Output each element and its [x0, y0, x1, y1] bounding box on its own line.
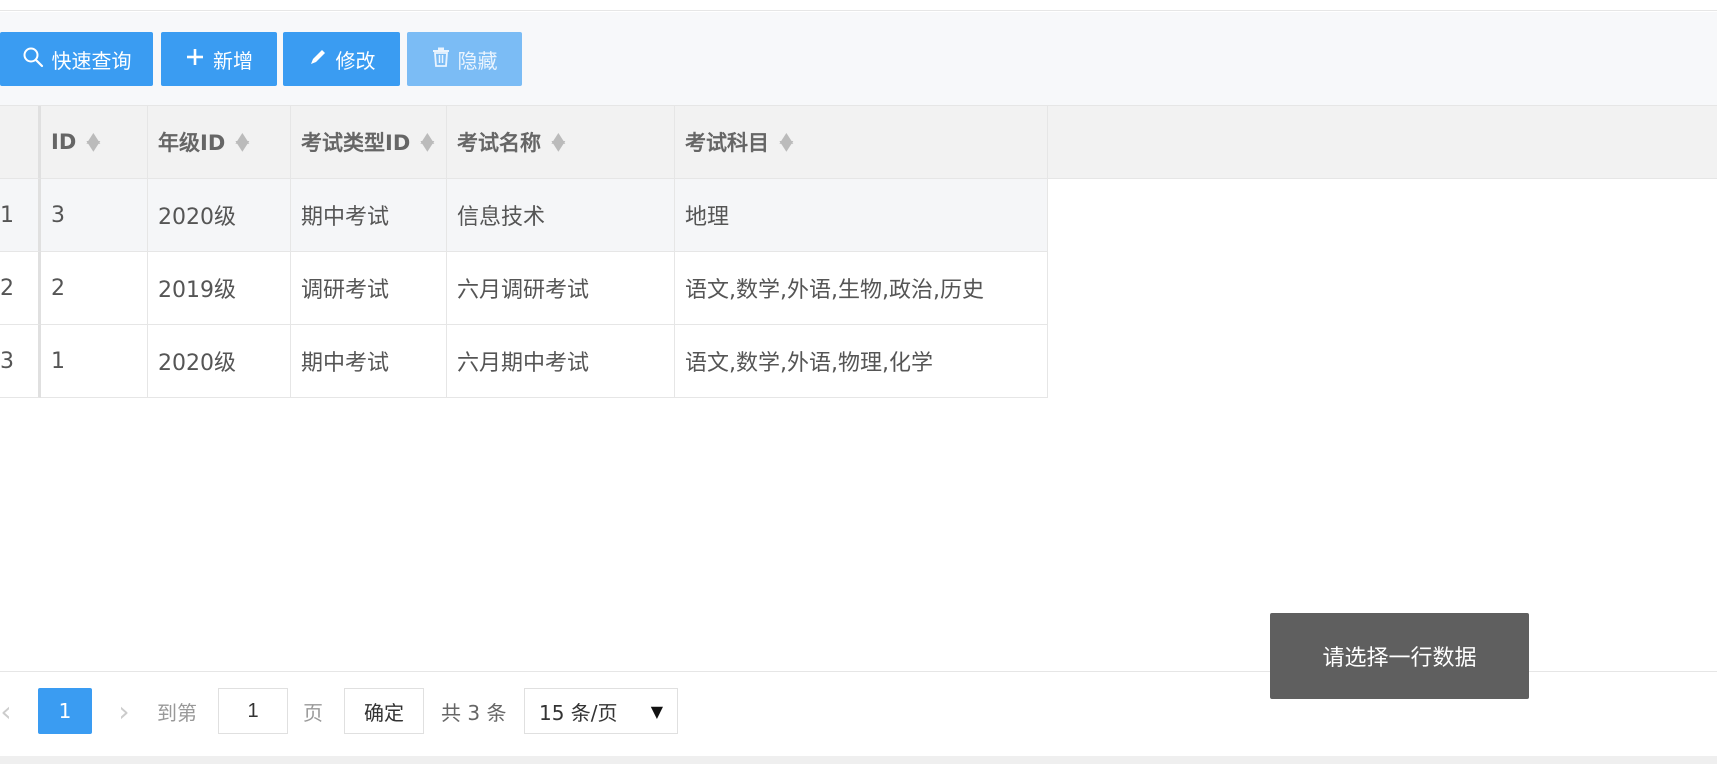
app-frame: 快速查询 新增 修改 隐藏 ID ▲ ▼ 年级ID ▲ ▼ 考试类型ID ▲ ▼…: [0, 0, 1717, 764]
page-label: 页: [303, 700, 323, 725]
cell-exam-name: 信息技术: [447, 179, 675, 252]
search-icon: [22, 46, 44, 73]
goto-label: 到第: [157, 700, 197, 725]
header-label: 考试科目: [685, 131, 769, 155]
cell-exam-subjects: 地理: [675, 179, 1048, 252]
cell-grade: 2020级: [148, 325, 291, 398]
edit-button[interactable]: 修改: [283, 32, 400, 86]
sort-icon[interactable]: ▲ ▼: [87, 131, 101, 153]
chevron-right-icon[interactable]: ›: [112, 688, 136, 734]
toast-message: 请选择一行数据: [1270, 613, 1529, 699]
cell-id: 2: [41, 252, 148, 325]
cell-exam-subjects: 语文,数学,外语,生物,政治,历史: [675, 252, 1048, 325]
cell-grade: 2019级: [148, 252, 291, 325]
cell-exam-name: 六月期中考试: [447, 325, 675, 398]
page-size-value: 15 条/页: [539, 700, 618, 725]
hide-label: 隐藏: [457, 48, 498, 73]
add-label: 新增: [213, 48, 253, 73]
page-size-select[interactable]: 15 条/页 ▼: [524, 688, 678, 734]
row-number: 1: [0, 179, 41, 252]
sort-icon[interactable]: ▲ ▼: [779, 131, 793, 153]
header-rownum: [0, 106, 41, 179]
header-grade-id[interactable]: 年级ID ▲ ▼: [148, 106, 291, 179]
bottom-strip: [0, 756, 1717, 764]
edit-label: 修改: [335, 48, 376, 73]
cell-exam-subjects: 语文,数学,外语,物理,化学: [675, 325, 1048, 398]
header-label: 考试类型ID: [301, 131, 411, 155]
toolbar: 快速查询 新增 修改 隐藏: [0, 12, 1717, 106]
header-exam-subjects[interactable]: 考试科目 ▲ ▼: [675, 106, 1048, 179]
hide-button[interactable]: 隐藏: [407, 32, 522, 86]
pencil-icon: [308, 47, 328, 72]
quick-search-button[interactable]: 快速查询: [0, 32, 153, 86]
sort-icon[interactable]: ▲ ▼: [421, 131, 435, 153]
add-button[interactable]: 新增: [161, 32, 277, 86]
header-label: 年级ID: [158, 131, 226, 155]
header-exam-type-id[interactable]: 考试类型ID ▲ ▼: [291, 106, 447, 179]
header-label: 考试名称: [457, 131, 541, 155]
cell-id: 1: [41, 325, 148, 398]
total-count: 共 3 条: [441, 700, 507, 725]
cell-grade: 2020级: [148, 179, 291, 252]
row-number: 2: [0, 252, 41, 325]
table-row[interactable]: 1 3 2020级 期中考试 信息技术 地理: [0, 179, 1048, 252]
row-number: 3: [0, 325, 41, 398]
table-header: ID ▲ ▼ 年级ID ▲ ▼ 考试类型ID ▲ ▼ 考试名称 ▲ ▼ 考试科目 ▲ ▼: [0, 106, 1717, 179]
cell-exam-type: 调研考试: [291, 252, 447, 325]
table-row[interactable]: 3 1 2020级 期中考试 六月期中考试 语文,数学,外语,物理,化学: [0, 325, 1048, 398]
page-current[interactable]: 1: [38, 688, 92, 734]
header-exam-name[interactable]: 考试名称 ▲ ▼: [447, 106, 675, 179]
plus-icon: [185, 47, 205, 72]
header-id[interactable]: ID ▲ ▼: [41, 106, 148, 179]
trash-icon: [432, 47, 450, 72]
cell-id: 3: [41, 179, 148, 252]
sort-icon[interactable]: ▲ ▼: [551, 131, 565, 153]
quick-search-label: 快速查询: [51, 48, 132, 73]
goto-page-input[interactable]: [218, 688, 288, 734]
header-label: ID: [51, 130, 77, 154]
chevron-left-icon[interactable]: ‹: [0, 688, 18, 734]
cell-exam-type: 期中考试: [291, 179, 447, 252]
caret-down-icon: ▼: [650, 701, 663, 721]
table-row[interactable]: 2 2 2019级 调研考试 六月调研考试 语文,数学,外语,生物,政治,历史: [0, 252, 1048, 325]
sort-icon[interactable]: ▲ ▼: [236, 131, 250, 153]
top-strip: [0, 0, 1717, 11]
cell-exam-type: 期中考试: [291, 325, 447, 398]
confirm-button[interactable]: 确定: [344, 688, 424, 734]
cell-exam-name: 六月调研考试: [447, 252, 675, 325]
